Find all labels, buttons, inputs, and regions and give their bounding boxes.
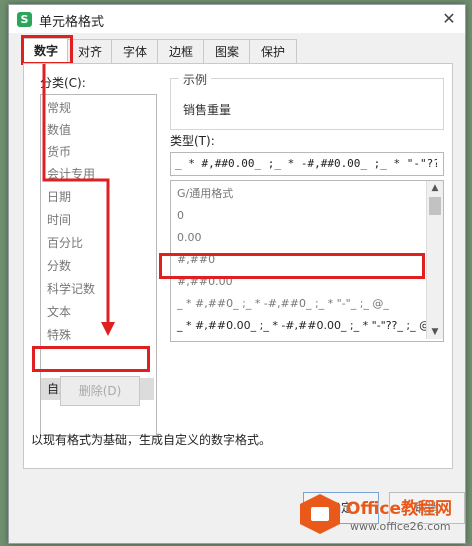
watermark: Office教程网 www.office26.com — [300, 492, 470, 542]
arrow-line — [42, 64, 110, 326]
arrow-head — [101, 322, 115, 336]
annotation-arrow — [42, 64, 115, 336]
office-logo-icon — [300, 494, 340, 534]
watermark-url: www.office26.com — [350, 520, 451, 533]
watermark-brand: Office教程网 — [346, 499, 453, 519]
